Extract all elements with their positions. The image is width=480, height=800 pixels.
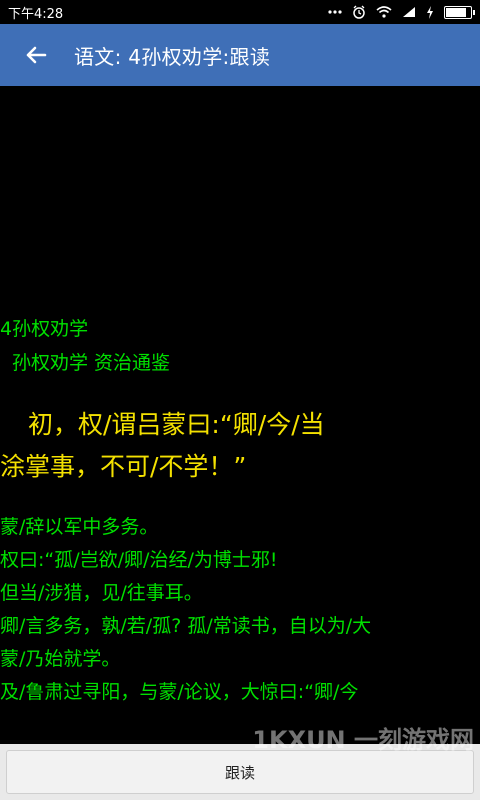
status-icons <box>328 5 475 19</box>
follow-read-button[interactable]: 跟读 <box>6 750 474 794</box>
status-time: 下午4:28 <box>8 6 64 22</box>
signal-icon <box>402 6 416 18</box>
charging-icon <box>426 5 434 19</box>
text-line: 蒙/辞以军中多务。 <box>0 516 159 538</box>
back-button[interactable] <box>0 24 72 86</box>
bottom-bar: 跟读 <box>0 744 480 800</box>
page-title: 语文: 4孙权劝学:跟读 <box>74 44 271 69</box>
reading-content[interactable]: 4孙权劝学 孙权劝学 资治通鉴 初，权/谓吕蒙曰:“卿/今/当 涂掌事，不可/不… <box>0 86 480 744</box>
text-line: 权曰:“孤/岂欲/卿/治经/为博士邪! <box>0 549 278 571</box>
text-line: 蒙/乃始就学。 <box>0 648 121 670</box>
arrow-left-icon <box>25 45 47 65</box>
app-bar: 语文: 4孙权劝学:跟读 <box>0 24 480 86</box>
alarm-icon <box>352 5 366 19</box>
dots-icon <box>328 9 342 15</box>
text-line: 卿/言多务，孰/若/孤? 孤/常读书，自以为/大 <box>0 615 372 637</box>
wifi-icon <box>376 6 392 18</box>
battery-icon <box>444 5 475 19</box>
status-bar: 下午4:28 <box>0 0 480 24</box>
current-sentence-line-1: 初，权/谓吕蒙曰:“卿/今/当 <box>28 410 325 439</box>
battery-fill <box>446 7 466 17</box>
lesson-subheading: 孙权劝学 资治通鉴 <box>12 352 171 374</box>
lesson-heading: 4孙权劝学 <box>0 318 89 340</box>
current-sentence-line-2: 涂掌事，不可/不学！” <box>0 452 247 481</box>
text-line: 及/鲁肃过寻阳，与蒙/论议，大惊曰:“卿/今 <box>0 681 359 703</box>
text-line: 但当/涉猎，见/往事耳。 <box>0 582 203 604</box>
